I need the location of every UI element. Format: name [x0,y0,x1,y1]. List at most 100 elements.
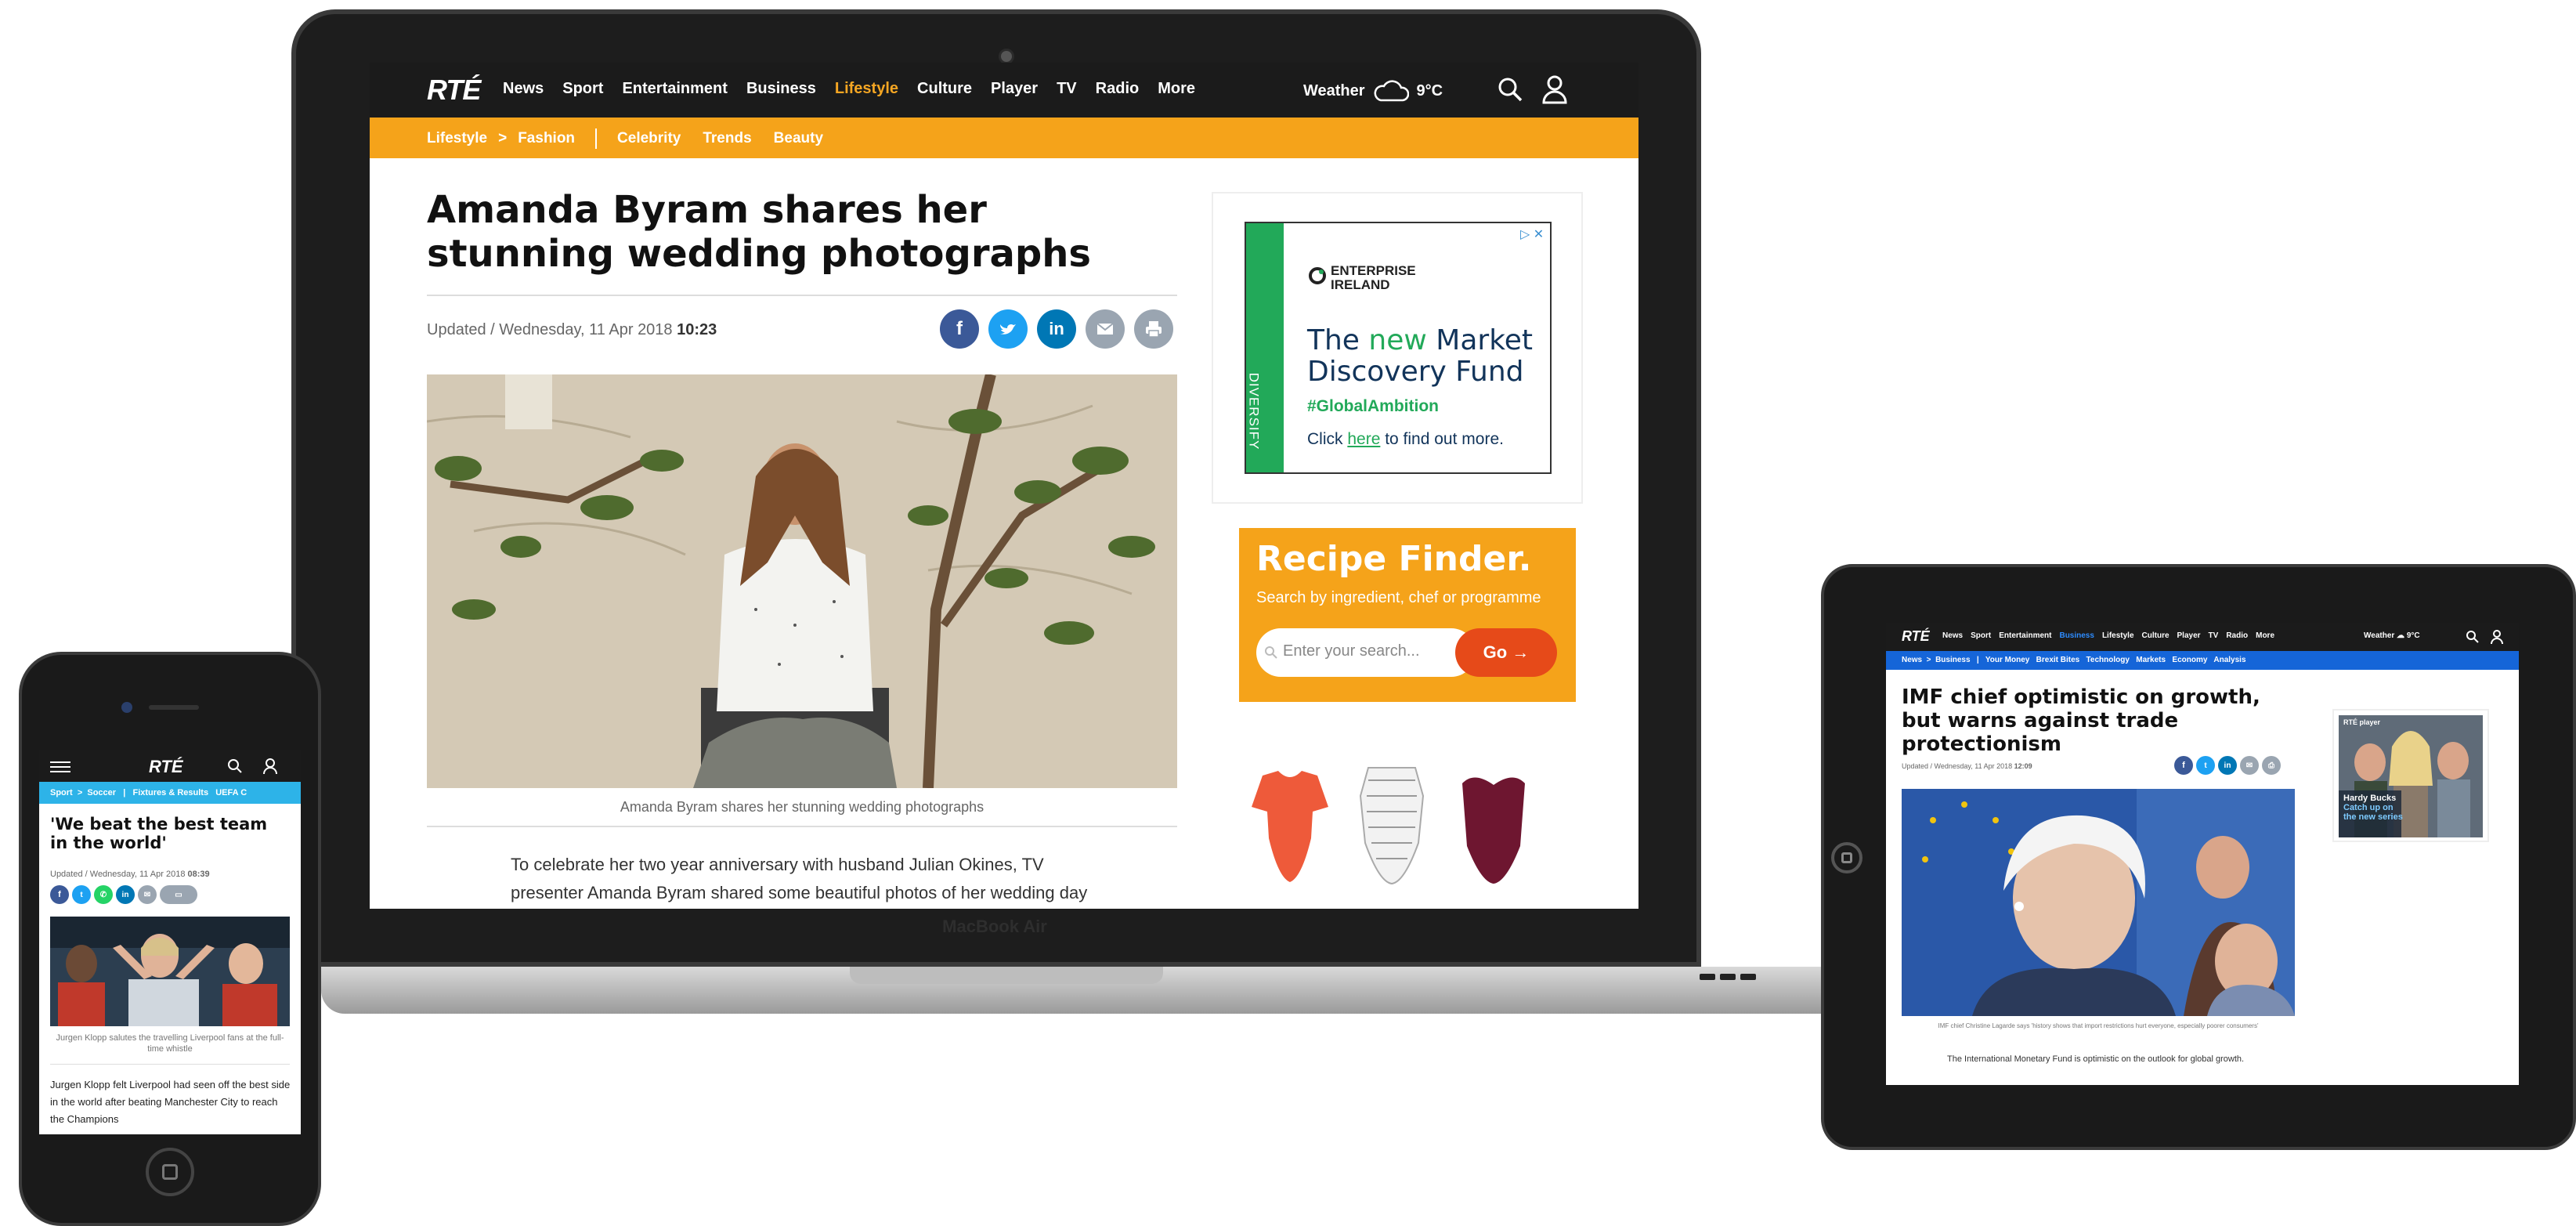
email-share-icon[interactable]: ✉ [138,885,157,904]
section-subnav: Lifestyle > Fashion Celebrity Trends Bea… [370,118,1638,158]
ad-hashtag: #GlobalAmbition [1307,397,1439,415]
breadcrumb-lifestyle[interactable]: Lifestyle [427,130,487,147]
user-icon[interactable] [263,758,277,775]
ad-close-icon[interactable]: ▷ ✕ [1520,226,1544,242]
whatsapp-share-icon[interactable]: ✆ [94,885,113,904]
facebook-share-icon[interactable]: f [2174,756,2193,775]
article-title: 'We beat the best team in the world' [50,815,268,852]
ad-banner[interactable]: DIVERSIFY ▷ ✕ ENTERPRISE IRELAND The new … [1245,222,1552,474]
breadcrumb[interactable]: Sport > Soccer | Fixtures & Results UEFA… [50,788,247,797]
subnav-beauty[interactable]: Beauty [774,130,823,147]
updated-time: 10:23 [677,321,717,338]
nav-item-lifestyle[interactable]: Lifestyle [2102,631,2134,640]
nav-item-business[interactable]: Business [2059,631,2094,640]
comment-icon[interactable]: ▭ [160,885,197,904]
nav-item-radio[interactable]: Radio [1096,80,1140,98]
divider [50,1064,290,1065]
rte-logo[interactable]: RTÉ [427,74,481,107]
breadcrumb-fashion[interactable]: Fashion [518,130,575,147]
article-hero-image [50,917,290,1026]
laptop-camera [999,49,1014,64]
search-icon[interactable] [227,758,243,774]
article-title: Amanda Byram shares her stunning wedding… [427,188,1091,276]
nav-item-culture[interactable]: Culture [917,80,972,98]
article-hero-image [1902,789,2295,1016]
laptop-ports [1700,970,1809,980]
product-swimsuit-burgundy[interactable] [1454,768,1533,889]
top-navigation: RTÉ News Sport Entertainment Business Li… [1886,623,2519,651]
ad-side-strip: DIVERSIFY [1246,223,1284,472]
twitter-share-icon[interactable] [988,309,1028,349]
facebook-share-icon[interactable]: f [50,885,69,904]
nav-item-radio[interactable]: Radio [2226,631,2248,640]
nav-item-tv[interactable]: TV [2209,631,2219,640]
linkedin-share-icon[interactable]: in [2218,756,2237,775]
hamburger-menu-icon[interactable] [50,761,70,772]
user-icon[interactable] [2491,629,2503,645]
subnav-celebrity[interactable]: Celebrity [617,130,681,147]
linkedin-share-icon[interactable]: in [116,885,135,904]
nav-item-news[interactable]: News [1942,631,1963,640]
tablet-home-button[interactable] [1831,842,1862,873]
ad-strip-text: DIVERSIFY [1246,372,1262,450]
phone-camera [121,702,132,713]
subnav-trends[interactable]: Trends [703,130,751,147]
laptop-model-label: MacBook Air [942,917,1047,936]
nav-item-lifestyle[interactable]: Lifestyle [835,80,898,98]
breadcrumb[interactable]: News > Business | Your Money Brexit Bite… [1902,656,2246,664]
nav-item-sport[interactable]: Sport [1971,631,1991,640]
recipe-finder-widget: Recipe Finder. Search by ingredient, che… [1239,528,1576,702]
twitter-share-icon[interactable]: t [2196,756,2215,775]
main-menu: News Sport Entertainment Business Lifest… [1942,631,2274,640]
print-icon[interactable]: ⎙ [2262,756,2281,775]
phone-home-button[interactable] [146,1148,194,1196]
subnav-divider [595,128,598,149]
nav-item-news[interactable]: News [503,80,544,98]
nav-item-entertainment[interactable]: Entertainment [622,80,727,98]
ad-cta[interactable]: Click here to find out more. [1307,430,1504,449]
nav-item-tv[interactable]: TV [1057,80,1077,98]
advertisement[interactable]: DIVERSIFY ▷ ✕ ENTERPRISE IRELAND The new … [1212,192,1583,504]
ad-here-link[interactable]: here [1347,430,1380,448]
rte-logo[interactable]: RTÉ [149,757,183,777]
linkedin-share-icon[interactable]: in [1037,309,1076,349]
nav-item-business[interactable]: Business [746,80,816,98]
image-caption: Amanda Byram shares her stunning wedding… [620,799,985,815]
search-icon[interactable] [1496,75,1524,103]
search-icon[interactable] [2466,630,2480,644]
nav-item-entertainment[interactable]: Entertainment [1999,631,2051,640]
advertisement[interactable]: RTÉ player Hardy Bucks Catch up on the n… [2332,709,2489,842]
weather-label: Weather [1303,81,1365,99]
nav-item-player[interactable]: Player [991,80,1038,98]
product-swimsuit-red[interactable] [1247,768,1333,889]
rte-player-badge: RTÉ player [2343,718,2381,726]
article-body: The International Monetary Fund is optim… [1947,1054,2245,1064]
user-icon[interactable] [1541,74,1569,105]
nav-item-sport[interactable]: Sport [562,80,603,98]
share-buttons: f in [940,309,1173,349]
rte-logo[interactable]: RTÉ [1902,628,1930,645]
nav-item-culture[interactable]: Culture [2142,631,2170,640]
facebook-share-icon[interactable]: f [940,309,979,349]
weather-widget[interactable]: Weather 9°C [1303,80,1443,102]
article-body: To celebrate her two year anniversary wi… [511,855,1088,902]
nav-item-more[interactable]: More [2256,631,2274,640]
divider [427,295,1177,296]
phone-screen: RTÉ Sport > Soccer | Fixtures & Results … [39,750,301,1134]
email-share-icon[interactable] [1086,309,1125,349]
recipe-go-button[interactable]: Go → [1455,628,1557,677]
ad-image: RTÉ player Hardy Bucks Catch up on the n… [2339,715,2483,837]
twitter-share-icon[interactable]: t [72,885,91,904]
nav-item-more[interactable]: More [1158,80,1195,98]
article-updated: Updated / Wednesday, 11 Apr 2018 12:09 [1902,762,2032,770]
recipe-finder-title: Recipe Finder. [1256,539,1532,579]
product-swimsuit-white[interactable] [1353,765,1431,889]
weather-widget[interactable]: Weather ☁ 9°C [2364,631,2420,640]
print-icon[interactable] [1134,309,1173,349]
article-updated: Updated / Wednesday, 11 Apr 2018 08:39 [50,870,210,879]
nav-item-player[interactable]: Player [2177,631,2201,640]
email-share-icon[interactable]: ✉ [2240,756,2259,775]
share-buttons: f t in ✉ ⎙ [2174,756,2281,775]
laptop-screen: RTÉ News Sport Entertainment Business Li… [370,63,1638,909]
ad-brand: ENTERPRISE IRELAND [1331,263,1416,292]
